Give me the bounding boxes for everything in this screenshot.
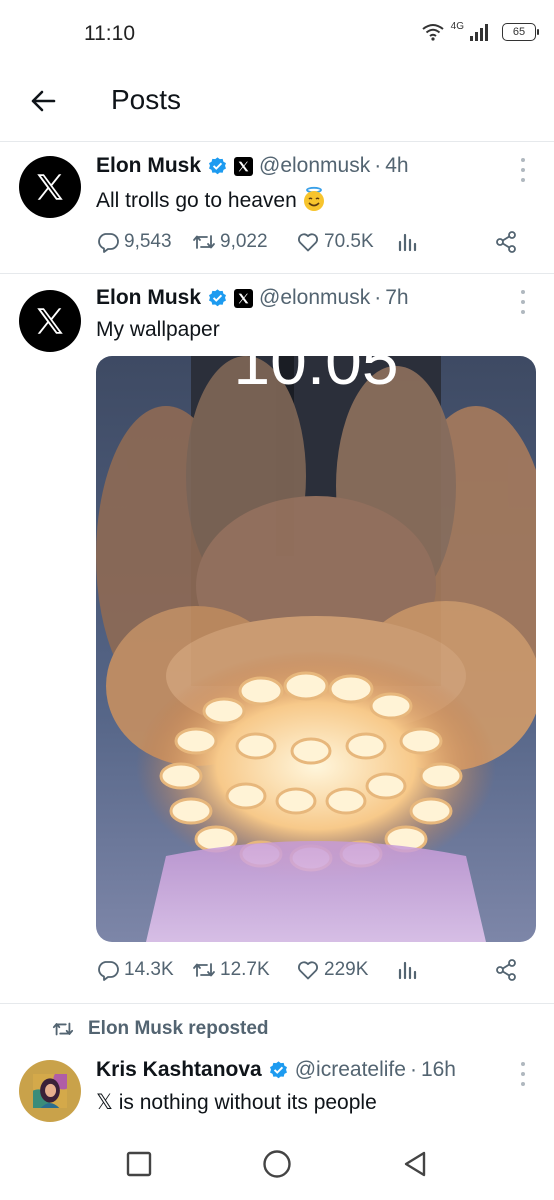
repost-button[interactable]: 12.7K <box>192 958 270 982</box>
avatar[interactable] <box>19 156 81 218</box>
post-actions: 14.3K 12.7K 229K <box>96 958 526 986</box>
wifi-icon <box>422 24 444 41</box>
separator-dot: · <box>374 286 382 309</box>
x-logo-icon <box>37 174 63 200</box>
x-affiliation-icon <box>234 288 254 308</box>
circle-icon <box>263 1150 291 1178</box>
battery-level: 65 <box>512 26 526 38</box>
post[interactable]: Elon Musk reposted Kris Kashtanova @icre… <box>0 1004 554 1128</box>
reply-count: 14.3K <box>124 959 174 980</box>
separator-dot: · <box>409 1058 417 1081</box>
avatar[interactable] <box>19 1060 81 1122</box>
repost-indicator: Elon Musk reposted <box>52 1018 269 1040</box>
network-type: 4G <box>450 20 464 32</box>
wallpaper-clock: 10:05 <box>233 356 398 398</box>
profile-photo-image <box>33 1074 67 1108</box>
share-icon <box>496 231 516 253</box>
square-icon <box>126 1151 152 1177</box>
like-button[interactable]: 70.5K <box>296 230 374 254</box>
views-button[interactable] <box>396 230 420 254</box>
back-button[interactable] <box>26 84 60 118</box>
post-time: 7h <box>385 286 409 309</box>
home-button[interactable] <box>261 1148 293 1180</box>
views-button[interactable] <box>396 958 420 982</box>
reply-button[interactable]: 9,543 <box>96 230 172 254</box>
heart-icon <box>298 233 318 252</box>
battery-icon: 65 <box>502 23 539 41</box>
repost-icon <box>52 1022 74 1036</box>
signal-icon <box>470 23 488 41</box>
post-text: All trolls go to heaven <box>96 186 327 213</box>
verified-badge-icon <box>209 156 227 174</box>
author-name[interactable]: Elon Musk <box>96 286 201 310</box>
smiling-face-with-halo-icon <box>303 186 324 211</box>
like-button[interactable]: 229K <box>296 958 368 982</box>
like-count: 229K <box>324 959 369 980</box>
author-handle[interactable]: @icreatelife <box>295 1058 406 1082</box>
verified-badge-icon <box>209 288 227 306</box>
more-options-icon[interactable] <box>518 158 528 182</box>
reply-icon <box>98 961 119 981</box>
status-icons: 4G 65 <box>421 20 539 42</box>
more-options-icon[interactable] <box>518 1062 528 1086</box>
post[interactable]: Elon Musk @elonmusk · 7h My wallpaper 10… <box>0 274 554 1004</box>
x-logo-icon <box>37 308 63 334</box>
top-bar: Posts <box>0 68 554 142</box>
post-actions: 9,543 9,022 70.5K <box>96 230 526 258</box>
repost-count: 9,022 <box>220 231 268 252</box>
post-text: 𝕏 is nothing without its people <box>96 1091 377 1114</box>
post-header: Elon Musk @elonmusk · 4h <box>96 154 409 178</box>
heart-icon <box>298 961 318 980</box>
page-title: Posts <box>111 84 182 115</box>
triangle-back-icon <box>404 1151 426 1177</box>
repost-button[interactable]: 9,022 <box>192 230 268 254</box>
post-header: Elon Musk @elonmusk · 7h <box>96 286 409 310</box>
author-name[interactable]: Kris Kashtanova <box>96 1058 262 1082</box>
system-nav-bar <box>0 1128 554 1200</box>
post[interactable]: Elon Musk @elonmusk · 4h All trolls go t… <box>0 142 554 274</box>
reply-count: 9,543 <box>124 231 172 252</box>
post-header: Kris Kashtanova @icreatelife · 16h <box>96 1058 456 1082</box>
status-time: 11:10 <box>84 22 135 45</box>
analytics-icon <box>398 233 417 252</box>
rocket-launch-image: 10:05 <box>96 356 536 942</box>
author-handle[interactable]: @elonmusk <box>259 154 370 178</box>
repost-icon <box>193 963 215 977</box>
recents-button[interactable] <box>123 1148 155 1180</box>
share-icon <box>496 959 516 981</box>
back-nav-button[interactable] <box>399 1148 431 1180</box>
like-count: 70.5K <box>324 231 374 252</box>
post-time: 4h <box>385 154 409 177</box>
author-name[interactable]: Elon Musk <box>96 154 201 178</box>
x-affiliation-icon <box>234 156 254 176</box>
reply-icon <box>98 233 119 253</box>
repost-label: Elon Musk reposted <box>88 1018 269 1039</box>
share-button[interactable] <box>494 958 518 982</box>
back-arrow-icon <box>31 90 56 112</box>
verified-badge-icon <box>269 1060 287 1078</box>
analytics-icon <box>398 961 417 980</box>
repost-icon <box>193 235 215 249</box>
reply-button[interactable]: 14.3K <box>96 958 174 982</box>
separator-dot: · <box>374 154 382 177</box>
status-bar: 11:10 4G 65 <box>0 0 554 68</box>
post-text: My wallpaper <box>96 318 220 341</box>
post-time: 16h <box>420 1058 456 1081</box>
more-options-icon[interactable] <box>518 290 528 314</box>
post-image[interactable]: 10:05 <box>96 356 536 942</box>
avatar[interactable] <box>19 290 81 352</box>
share-button[interactable] <box>494 230 518 254</box>
repost-count: 12.7K <box>220 959 270 980</box>
author-handle[interactable]: @elonmusk <box>259 286 370 310</box>
